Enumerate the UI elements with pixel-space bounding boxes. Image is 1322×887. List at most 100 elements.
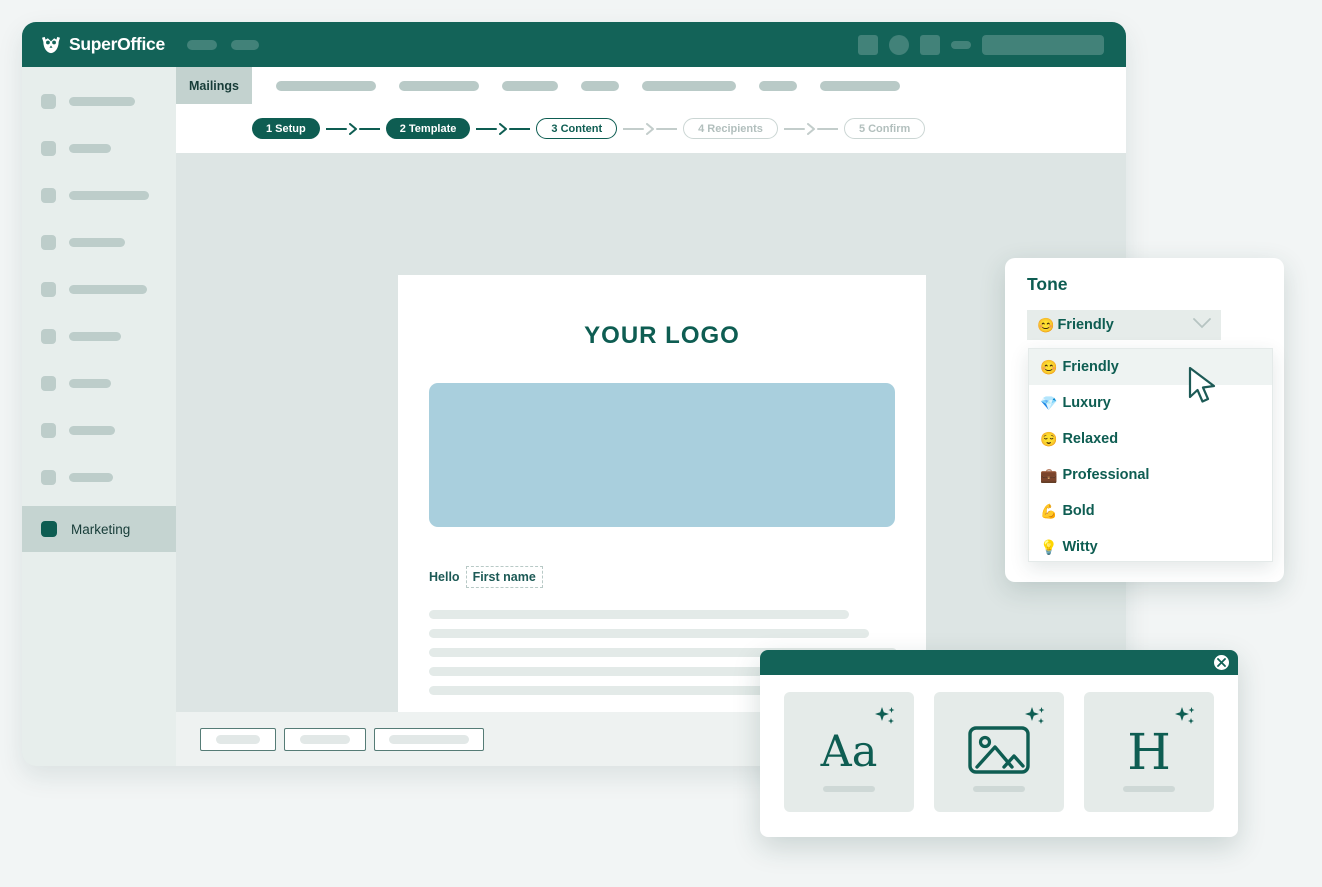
toolbar-button[interactable]	[200, 727, 276, 751]
nav-icon	[41, 93, 56, 109]
sidebar-item-placeholder[interactable]	[22, 418, 176, 442]
tone-option-label: Luxury	[1062, 395, 1111, 411]
toolbar-button-label-placeholder	[300, 734, 350, 744]
email-hero-image-placeholder[interactable]	[429, 383, 895, 527]
tone-emoji: 💪	[1040, 503, 1058, 519]
tone-option-luxury[interactable]: 💎 Luxury	[1029, 385, 1272, 421]
email-text-line	[429, 629, 869, 638]
tone-option-label: Witty	[1062, 539, 1098, 555]
tab-placeholder[interactable]	[759, 80, 798, 91]
email-greeting-text: Hello	[429, 570, 460, 584]
wizard-step-recipients[interactable]: 4 Recipients	[683, 118, 778, 139]
tone-emoji: 😊	[1037, 317, 1055, 333]
topbar-pill[interactable]	[186, 39, 217, 50]
wizard-step-content[interactable]: 3 Content	[536, 118, 618, 139]
tone-option-label: Friendly	[1062, 359, 1119, 375]
topbar-pill[interactable]	[230, 39, 259, 50]
sidebar-item-placeholder[interactable]	[22, 465, 176, 489]
dash-icon[interactable]	[951, 40, 971, 49]
arrow-right-icon	[325, 122, 380, 135]
nav-label-placeholder	[69, 331, 121, 341]
sidebar-item-marketing[interactable]: Marketing	[22, 506, 176, 552]
tone-emoji: 💼	[1040, 467, 1058, 483]
arrow-right-icon	[623, 122, 678, 135]
top-bar: SuperOffice	[22, 22, 1126, 67]
chevron-down-icon[interactable]	[1193, 316, 1211, 334]
nav-label-placeholder	[69, 472, 113, 482]
email-logo-text: YOUR LOGO	[584, 322, 740, 349]
mouse-pointer-icon	[1188, 366, 1216, 403]
wizard-step-confirm[interactable]: 5 Confirm	[843, 118, 926, 139]
nav-icon	[41, 375, 56, 391]
tone-emoji: 💎	[1040, 395, 1058, 411]
sidebar-item-placeholder[interactable]	[22, 136, 176, 160]
tab-mailings[interactable]: Mailings	[176, 67, 253, 104]
merge-field-first-name[interactable]: First name	[465, 566, 543, 588]
tab-placeholder[interactable]	[399, 80, 480, 91]
tone-option-friendly[interactable]: 😊 Friendly	[1029, 349, 1272, 385]
image-ai-icon	[968, 725, 1030, 780]
ai-card-heading[interactable]: H	[1084, 692, 1214, 812]
ai-card-image[interactable]	[934, 692, 1064, 812]
nav-label-placeholder	[69, 96, 135, 106]
text-ai-icon: Aa	[820, 726, 878, 777]
tone-select[interactable]: 😊 Friendly	[1027, 310, 1221, 340]
square-icon[interactable]	[858, 34, 878, 55]
tone-select-label-text: Friendly	[1057, 317, 1114, 333]
brand-name: SuperOffice	[69, 34, 165, 54]
sidebar-item-placeholder[interactable]	[22, 230, 176, 254]
ai-card-text[interactable]: Aa	[784, 692, 914, 812]
toolbar-button-label-placeholder	[216, 734, 260, 744]
nav-icon	[41, 422, 56, 438]
tone-select-value: 😊 Friendly	[1037, 317, 1190, 333]
ai-card-list: Aa H	[760, 675, 1238, 812]
circle-icon[interactable]	[889, 34, 909, 55]
close-icon[interactable]	[1214, 655, 1229, 670]
toolbar-button[interactable]	[374, 727, 484, 751]
wizard-step-setup[interactable]: 1 Setup	[252, 118, 320, 139]
tab-placeholder[interactable]	[502, 80, 559, 91]
nav-icon	[41, 140, 56, 156]
ai-card-label-placeholder	[973, 786, 1025, 792]
wizard-step-template[interactable]: 2 Template	[385, 118, 471, 139]
tone-dropdown-menu: 😊 Friendly 💎 Luxury 😌 Relaxed 💼 Professi…	[1028, 348, 1273, 562]
square-dot-icon	[41, 521, 57, 537]
sidebar-item-placeholder[interactable]	[22, 371, 176, 395]
nav-icon	[41, 234, 56, 250]
ai-card-label-placeholder	[823, 786, 875, 792]
nav-icon	[41, 328, 56, 344]
sidebar-item-placeholder[interactable]	[22, 324, 176, 348]
wizard-steps: 1 Setup 2 Template 3 Content 4 Recipient…	[176, 104, 1126, 153]
tab-placeholder[interactable]	[642, 80, 737, 91]
nav-label-placeholder	[69, 237, 125, 247]
heading-ai-icon: H	[1127, 723, 1171, 781]
tone-option-bold[interactable]: 💪 Bold	[1029, 493, 1272, 529]
sparkle-icon	[1022, 705, 1048, 736]
nav-label-placeholder	[69, 190, 149, 200]
topbar-wide-pill[interactable]	[982, 34, 1104, 55]
tab-placeholder[interactable]	[820, 80, 901, 91]
arrow-right-icon	[783, 122, 838, 135]
square-icon[interactable]	[920, 34, 940, 55]
nav-label-placeholder	[69, 143, 111, 153]
tone-option-label: Bold	[1062, 503, 1095, 519]
brand[interactable]: SuperOffice	[40, 34, 165, 55]
toolbar-button-label-placeholder	[389, 734, 469, 744]
toolbar-button[interactable]	[284, 727, 366, 751]
sidebar: Marketing	[22, 67, 176, 766]
tab-placeholder[interactable]	[581, 80, 620, 91]
sidebar-item-placeholder[interactable]	[22, 277, 176, 301]
nav-label-placeholder	[69, 425, 115, 435]
sidebar-item-placeholder[interactable]	[22, 89, 176, 113]
tone-option-professional[interactable]: 💼 Professional	[1029, 457, 1272, 493]
wizard-step-label: 2 Template	[399, 122, 457, 135]
tab-placeholder[interactable]	[276, 80, 377, 91]
sparkle-icon	[872, 705, 898, 736]
tone-option-label: Relaxed	[1062, 431, 1119, 447]
tone-option-relaxed[interactable]: 😌 Relaxed	[1029, 421, 1272, 457]
wizard-step-label: 3 Content	[551, 122, 603, 135]
tone-emoji: 💡	[1040, 539, 1058, 555]
wizard-step-label: 1 Setup	[266, 122, 306, 135]
sidebar-item-placeholder[interactable]	[22, 183, 176, 207]
tone-option-witty[interactable]: 💡 Witty	[1029, 529, 1272, 565]
